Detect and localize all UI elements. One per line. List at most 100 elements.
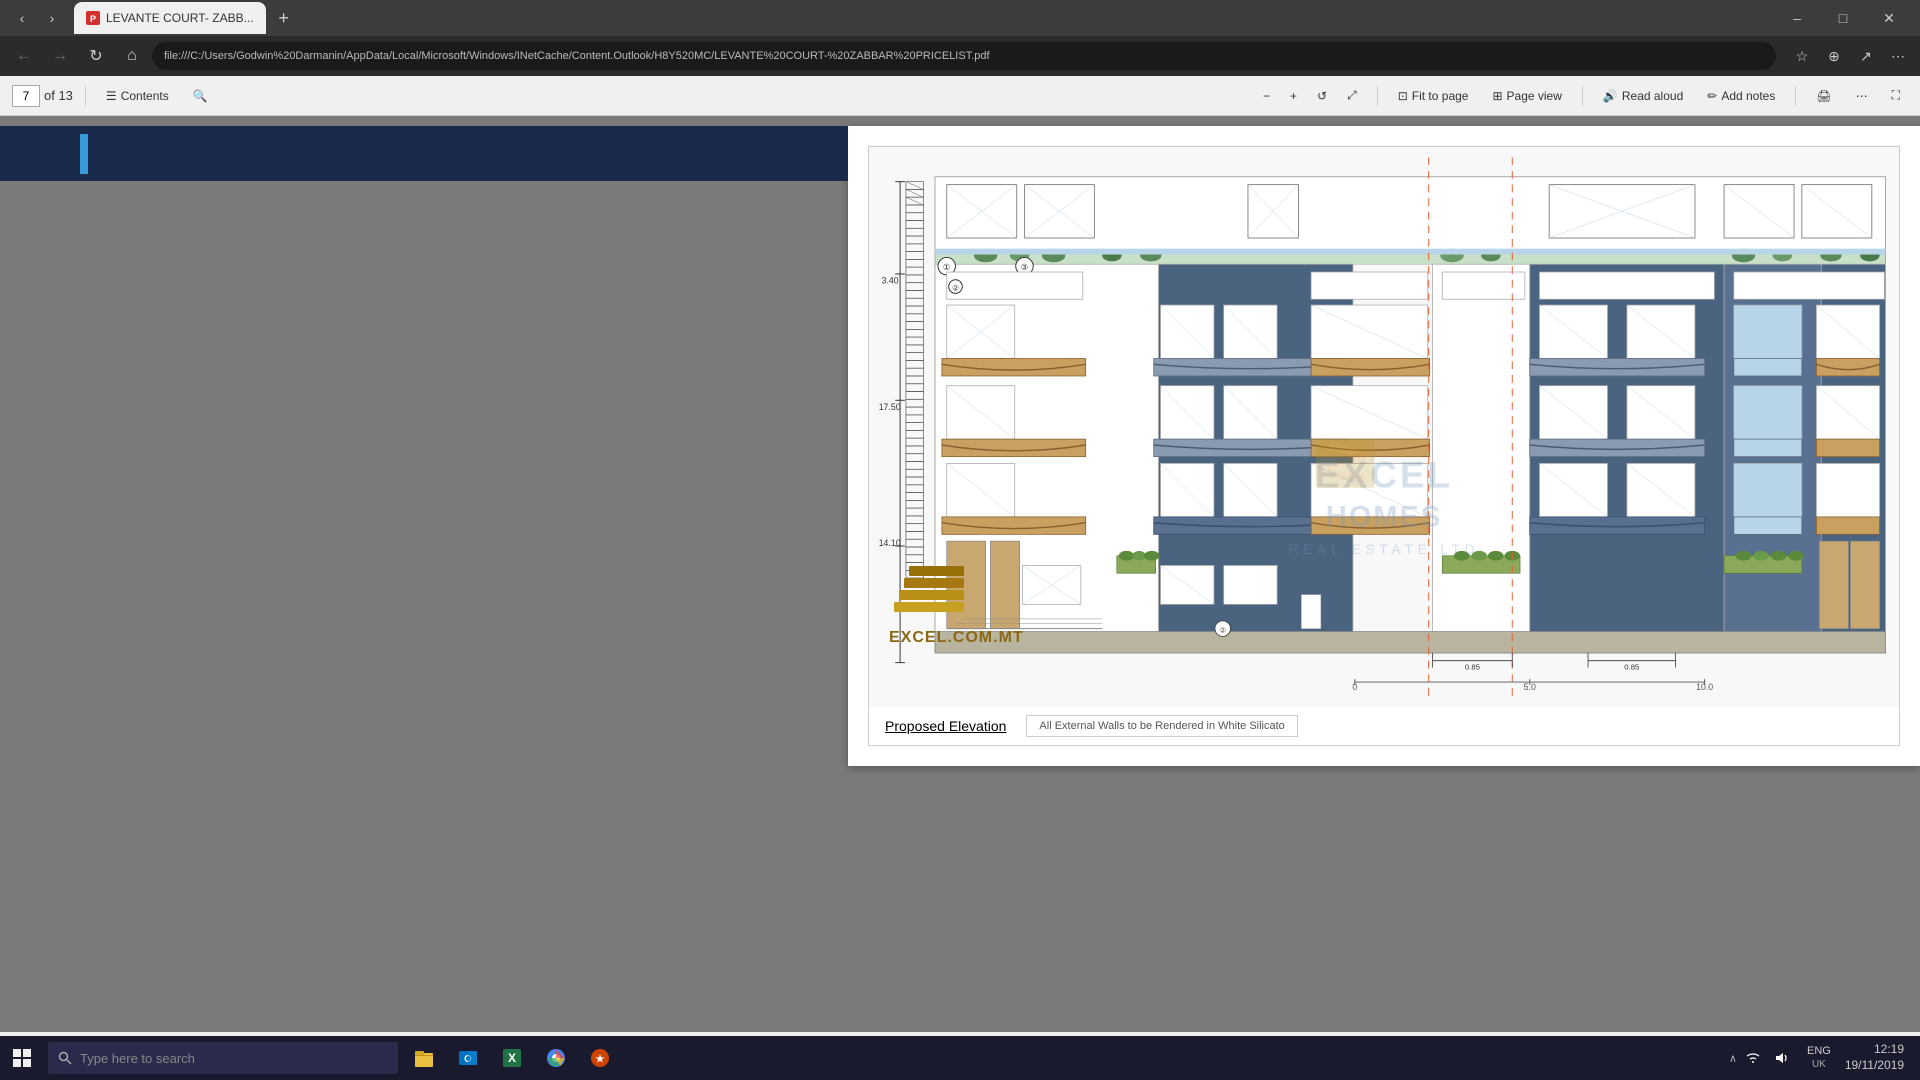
start-button[interactable] [0, 1036, 44, 1080]
svg-text:P: P [90, 14, 96, 24]
toolbar-separator-4 [1795, 86, 1796, 106]
total-pages-label: of 13 [44, 88, 73, 103]
taskbar-search-box[interactable]: Type here to search [48, 1042, 398, 1074]
contents-icon: ☰ [106, 89, 117, 103]
svg-text:14.10: 14.10 [879, 538, 901, 548]
header-accent-bar [80, 134, 88, 174]
address-bar-row: ← → ↻ ⌂ file:///C:/Users/Godwin%20Darman… [0, 36, 1920, 76]
fit-icon: ⊡ [1398, 89, 1408, 103]
pdf-header-band [0, 126, 848, 181]
taskbar-file-explorer[interactable] [402, 1036, 446, 1080]
language-region: UK [1812, 1059, 1826, 1071]
refresh-button[interactable]: ↻ [80, 40, 112, 72]
toolbar-separator-1 [85, 86, 86, 106]
svg-text:②: ② [1220, 627, 1226, 635]
svg-text:0.85: 0.85 [1624, 662, 1639, 671]
clock-time: 12:19 [1874, 1042, 1904, 1058]
zoom-rotate-icon[interactable]: ↺ [1309, 87, 1335, 105]
more-tools-icon[interactable]: ⋯ [1884, 42, 1912, 70]
fit-to-page-button[interactable]: ⊡ Fit to page [1390, 87, 1477, 105]
url-bar[interactable]: file:///C:/Users/Godwin%20Darmanin/AppDa… [152, 42, 1776, 70]
network-icon[interactable] [1745, 1050, 1761, 1066]
window-controls: – □ ✕ [1774, 0, 1912, 36]
proposed-elevation-label: Proposed Elevation [885, 718, 1006, 734]
svg-text:REAL ESTATE LTD: REAL ESTATE LTD [1289, 542, 1480, 557]
zoom-out-button[interactable]: − [1255, 87, 1278, 105]
share-icon[interactable]: ↗ [1852, 42, 1880, 70]
back-button[interactable]: ← [8, 40, 40, 72]
page-view-icon: ⊞ [1492, 89, 1502, 103]
svg-text:17.50: 17.50 [879, 402, 901, 412]
toolbar-separator-3 [1582, 86, 1583, 106]
system-clock[interactable]: 12:19 19/11/2019 [1837, 1042, 1912, 1073]
fullscreen-button[interactable]: ⛶ [1884, 86, 1908, 105]
add-notes-label: Add notes [1721, 89, 1775, 103]
outlook-icon: O [457, 1047, 479, 1069]
search-pdf-button[interactable]: 🔍 [185, 87, 216, 105]
svg-text:②: ② [952, 283, 959, 292]
pdf-content-area[interactable]: 3.40 17.50 14.10 [0, 116, 1920, 1032]
chrome-icon [545, 1047, 567, 1069]
page-navigation: of 13 [12, 85, 73, 107]
excel-homes-logo: EXCEL.COM.MT [889, 557, 1024, 647]
elevation-drawing-container: 3.40 17.50 14.10 [868, 146, 1900, 746]
drawing-footer: Proposed Elevation All External Walls to… [869, 707, 1899, 745]
tray-arrow-icon[interactable]: ∧ [1729, 1052, 1737, 1065]
active-tab[interactable]: P LEVANTE COURT- ZABB... [74, 2, 266, 34]
note-box: All External Walls to be Rendered in Whi… [1026, 715, 1297, 737]
favorites-icon[interactable]: ☆ [1788, 42, 1816, 70]
taskbar: Type here to search O X [0, 1036, 1920, 1080]
tab-prev-icon[interactable]: ‹ [8, 4, 36, 32]
minimize-button[interactable]: – [1774, 0, 1820, 36]
pdf-toolbar: of 13 ☰ Contents 🔍 − + ↺ ⤢ ⊡ Fit to page… [0, 76, 1920, 116]
add-notes-button[interactable]: ✏ Add notes [1699, 87, 1783, 105]
taskbar-excel[interactable]: X [490, 1036, 534, 1080]
svg-text:X: X [508, 1051, 516, 1065]
read-aloud-icon: 🔊 [1603, 89, 1618, 103]
page-view-button[interactable]: ⊞ Page view [1484, 87, 1569, 105]
drawing-area: 3.40 17.50 14.10 [869, 147, 1899, 707]
speaker-icon [1773, 1050, 1789, 1066]
wifi-icon [1745, 1050, 1761, 1066]
taskbar-search-icon [58, 1051, 72, 1065]
taskbar-search-placeholder: Type here to search [80, 1051, 195, 1066]
more-options-button[interactable]: ⋯ [1848, 87, 1876, 105]
page-view-label: Page view [1507, 89, 1562, 103]
taskbar-outlook[interactable]: O [446, 1036, 490, 1080]
notes-icon: ✏ [1707, 89, 1717, 103]
print-button[interactable]: 🖨 [1808, 87, 1839, 105]
read-aloud-label: Read aloud [1622, 89, 1683, 103]
language-indicator[interactable]: ENG UK [1801, 1045, 1837, 1070]
page-number-input[interactable] [12, 85, 40, 107]
maximize-button[interactable]: □ [1820, 0, 1866, 36]
taskbar-other-app[interactable]: ★ [578, 1036, 622, 1080]
zoom-in-button[interactable]: + [1282, 87, 1305, 105]
language-code: ENG [1807, 1045, 1831, 1058]
new-tab-button[interactable]: + [270, 4, 298, 32]
tab-title: LEVANTE COURT- ZABB... [106, 11, 254, 25]
svg-text:★: ★ [596, 1054, 605, 1065]
url-text: file:///C:/Users/Godwin%20Darmanin/AppDa… [164, 50, 990, 62]
close-button[interactable]: ✕ [1866, 0, 1912, 36]
clock-date: 19/11/2019 [1845, 1058, 1904, 1074]
note-text: All External Walls to be Rendered in Whi… [1039, 720, 1284, 732]
file-explorer-icon [413, 1047, 435, 1069]
taskbar-chrome[interactable] [534, 1036, 578, 1080]
forward-button[interactable]: → [44, 40, 76, 72]
collections-icon[interactable]: ⊕ [1820, 42, 1848, 70]
home-button[interactable]: ⌂ [116, 40, 148, 72]
tab-nav: ‹ › [8, 4, 66, 32]
contents-button[interactable]: ☰ Contents [98, 87, 177, 105]
tab-bar: ‹ › P LEVANTE COURT- ZABB... + – □ ✕ [0, 0, 1920, 36]
volume-icon[interactable] [1773, 1050, 1789, 1066]
zoom-actual-icon[interactable]: ⤢ [1339, 86, 1365, 105]
tab-next-icon[interactable]: › [38, 4, 66, 32]
svg-text:HOMES: HOMES [1326, 502, 1443, 534]
svg-text:①: ① [943, 262, 951, 272]
address-bar-icons: ☆ ⊕ ↗ ⋯ [1788, 42, 1912, 70]
taskbar-apps: O X ★ [402, 1036, 622, 1080]
zoom-controls: − + ↺ ⤢ [1255, 86, 1365, 105]
pdf-favicon-icon: P [86, 11, 100, 25]
read-aloud-button[interactable]: 🔊 Read aloud [1595, 87, 1691, 105]
search-pdf-icon: 🔍 [193, 89, 208, 103]
